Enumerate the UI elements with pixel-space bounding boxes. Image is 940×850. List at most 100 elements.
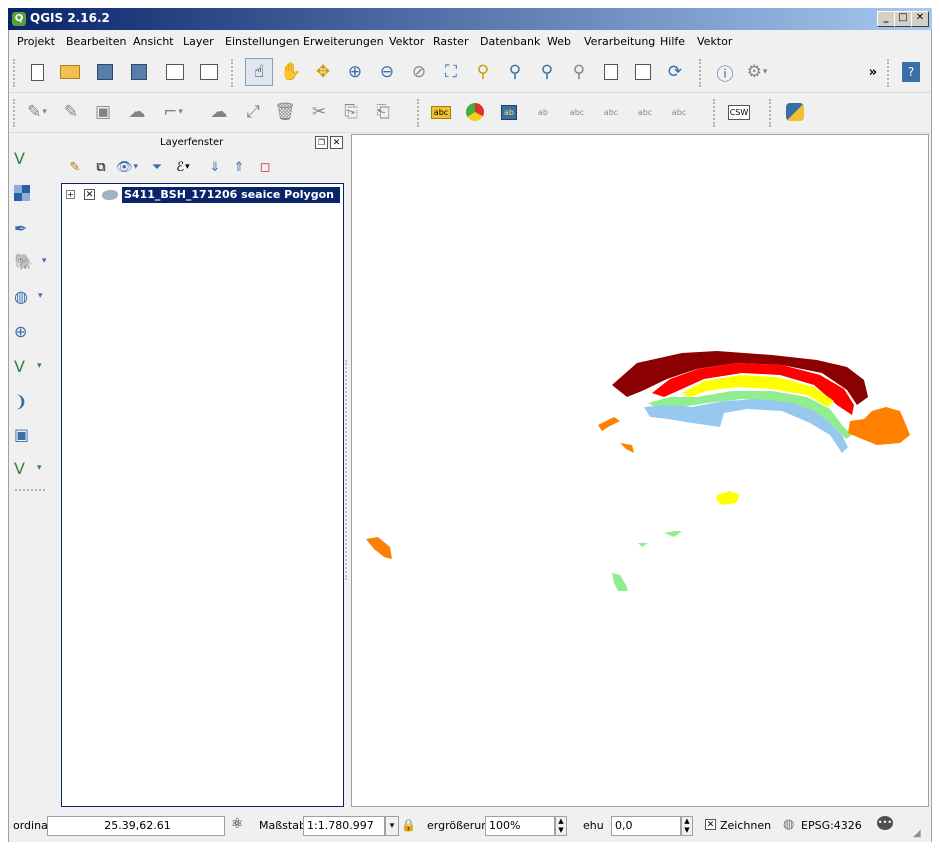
save-edits-icon[interactable]: ▣ [89, 98, 117, 126]
add-virtual-layer-icon[interactable]: ▣ [14, 420, 50, 448]
add-feature-icon[interactable]: ☁ [123, 98, 151, 126]
current-edits-icon[interactable]: ✎ ▾ [23, 98, 51, 126]
layer-visibility-checkbox[interactable]: ✕ [84, 189, 95, 200]
style-manager-icon[interactable] [461, 98, 489, 126]
map-canvas[interactable] [351, 134, 929, 807]
close-panel-icon[interactable]: ✕ [330, 136, 343, 149]
menu-projekt[interactable]: Projekt [17, 35, 55, 48]
menu-web[interactable]: Web [547, 35, 571, 48]
zoom-out-icon[interactable]: ⊖ [373, 58, 401, 86]
toolbar-grip[interactable] [13, 99, 19, 127]
menu-ansicht[interactable]: Ansicht [133, 35, 174, 48]
add-raster-layer-icon[interactable] [14, 179, 50, 207]
add-postgis-layer-icon[interactable]: 🐘 ▾ [14, 247, 50, 275]
toolbar-grip[interactable] [231, 59, 237, 87]
zoom-last-icon[interactable]: ⚲ [533, 58, 561, 86]
python-console-icon[interactable] [781, 98, 809, 126]
lock-scale-icon[interactable]: 🔒 [401, 818, 416, 832]
cut-features-icon[interactable]: ✂ [305, 98, 333, 126]
change-label-icon[interactable]: abc [665, 98, 693, 126]
resize-grip-icon[interactable]: ◢ [913, 828, 921, 839]
metasearch-csw-icon[interactable]: CSW [725, 98, 753, 126]
toolbar-grip[interactable] [769, 99, 775, 127]
extents-toggle-icon[interactable]: ⚛ [231, 816, 244, 832]
delete-selected-icon[interactable]: 🗑 [271, 98, 299, 126]
add-wfs-layer-icon[interactable]: Ⅴ ▾ [14, 352, 50, 380]
new-shapefile-layer-icon[interactable]: Ⅴ ▾ [14, 454, 50, 482]
collapse-all-icon[interactable]: ⇑ [228, 158, 250, 176]
rotation-input[interactable]: 0,0 [611, 816, 681, 836]
open-project-icon[interactable] [56, 58, 84, 86]
menu-layer[interactable]: Layer [183, 35, 214, 48]
layer-tree[interactable] [61, 183, 344, 807]
menu-datenbank[interactable]: Datenbank [480, 35, 540, 48]
pan-to-selection-icon[interactable]: ✥ [309, 58, 337, 86]
menu-bearbeiten[interactable]: Bearbeiten [66, 35, 126, 48]
help-icon[interactable]: ? [897, 58, 925, 86]
save-project-icon[interactable] [91, 58, 119, 86]
toggle-editing-icon[interactable]: ✎ [57, 98, 85, 126]
paste-features-icon[interactable]: ⎗ [369, 98, 397, 126]
menu-raster[interactable]: Raster [433, 35, 468, 48]
toolbar-grip[interactable] [887, 59, 893, 87]
layer-name[interactable]: S411_BSH_171206 seaice Polygon [122, 187, 340, 203]
rotate-label-icon[interactable]: abc [631, 98, 659, 126]
show-hide-labels-icon[interactable]: abc [563, 98, 591, 126]
zoom-native-icon[interactable]: ⊘ [405, 58, 433, 86]
menu-verarbeitung[interactable]: Verarbeitung [584, 35, 655, 48]
rotation-spinner[interactable]: ▲ ▼ [681, 816, 693, 836]
layer-diagram-icon[interactable]: ab [495, 98, 523, 126]
zoom-in-icon[interactable]: ⊕ [341, 58, 369, 86]
toolbar-grip[interactable] [713, 99, 719, 127]
minimize-button[interactable]: _ [877, 11, 895, 27]
new-project-icon[interactable] [23, 58, 51, 86]
filter-legend-icon[interactable]: ⏷ [146, 158, 168, 176]
move-feature-icon[interactable]: ⌐ ▾ [159, 98, 187, 126]
toolbar-grip[interactable] [417, 99, 423, 127]
select-features-icon[interactable]: ⚙ ▾ [743, 58, 771, 86]
remove-layer-icon[interactable]: ◻ [254, 158, 276, 176]
add-spatialite-layer-icon[interactable]: ❩ [14, 387, 50, 415]
toolbar-grip[interactable] [15, 489, 45, 493]
refresh-icon[interactable]: ⟳ [661, 58, 689, 86]
menu-erweiterungen[interactable]: Erweiterungen [303, 35, 384, 48]
copy-features-icon[interactable]: ⎘ [337, 98, 365, 126]
scale-dropdown-button[interactable]: ▾ [385, 816, 399, 836]
layer-labeling-icon[interactable]: abc [427, 98, 455, 126]
menu-einstellungen[interactable]: Einstellungen [225, 35, 300, 48]
crs-globe-icon[interactable]: ◍ [783, 817, 794, 832]
new-bookmark-icon[interactable] [597, 58, 625, 86]
expand-all-icon[interactable]: ⇓ [204, 158, 226, 176]
identify-features-icon[interactable]: ⓘ [711, 58, 739, 86]
layer-row[interactable]: + ✕ S411_BSH_171206 seaice Polygon [64, 187, 343, 203]
pan-map-icon[interactable]: ✋ [277, 58, 305, 86]
add-delimited-text-icon[interactable]: ✒ [14, 214, 50, 242]
new-print-composer-icon[interactable] [161, 58, 189, 86]
menu-vektor-2[interactable]: Vektor [697, 35, 732, 48]
messages-icon[interactable]: ••• [877, 816, 893, 830]
close-button[interactable]: ✕ [911, 11, 929, 27]
manage-visibility-icon[interactable]: 👁 ▾ [116, 158, 138, 176]
scale-input[interactable]: 1:1.780.997 [303, 816, 385, 836]
maximize-button[interactable]: □ [894, 11, 912, 27]
pin-labels-icon[interactable]: ab [529, 98, 557, 126]
zoom-to-selection-icon[interactable]: ⚲ [469, 58, 497, 86]
menu-hilfe[interactable]: Hilfe [660, 35, 685, 48]
touch-zoom-pan-icon[interactable]: ☝ [245, 58, 273, 86]
add-wms-layer-icon[interactable]: ◍ ▾ [14, 282, 50, 310]
magnifier-spinner[interactable]: ▲ ▼ [555, 816, 567, 836]
node-tool-icon[interactable]: ☁ [205, 98, 233, 126]
magnifier-input[interactable]: 100% [485, 816, 555, 836]
filter-expression-icon[interactable]: ℰ ▾ [172, 158, 194, 176]
move-label-icon[interactable]: abc [597, 98, 625, 126]
crs-label[interactable]: EPSG:4326 [801, 819, 862, 832]
toolbar-overflow-button[interactable]: » [859, 58, 887, 86]
toolbar-grip[interactable] [13, 59, 19, 87]
zoom-full-icon[interactable]: ⛶ [437, 58, 465, 86]
add-group-icon[interactable]: ⧉ [90, 158, 112, 176]
coordinate-field[interactable]: 25.39,62.61 [47, 816, 225, 836]
zoom-next-icon[interactable]: ⚲ [565, 58, 593, 86]
float-panel-icon[interactable]: ❐ [315, 136, 328, 149]
menu-vektor[interactable]: Vektor [389, 35, 424, 48]
styling-icon[interactable]: ✎ [64, 158, 86, 176]
